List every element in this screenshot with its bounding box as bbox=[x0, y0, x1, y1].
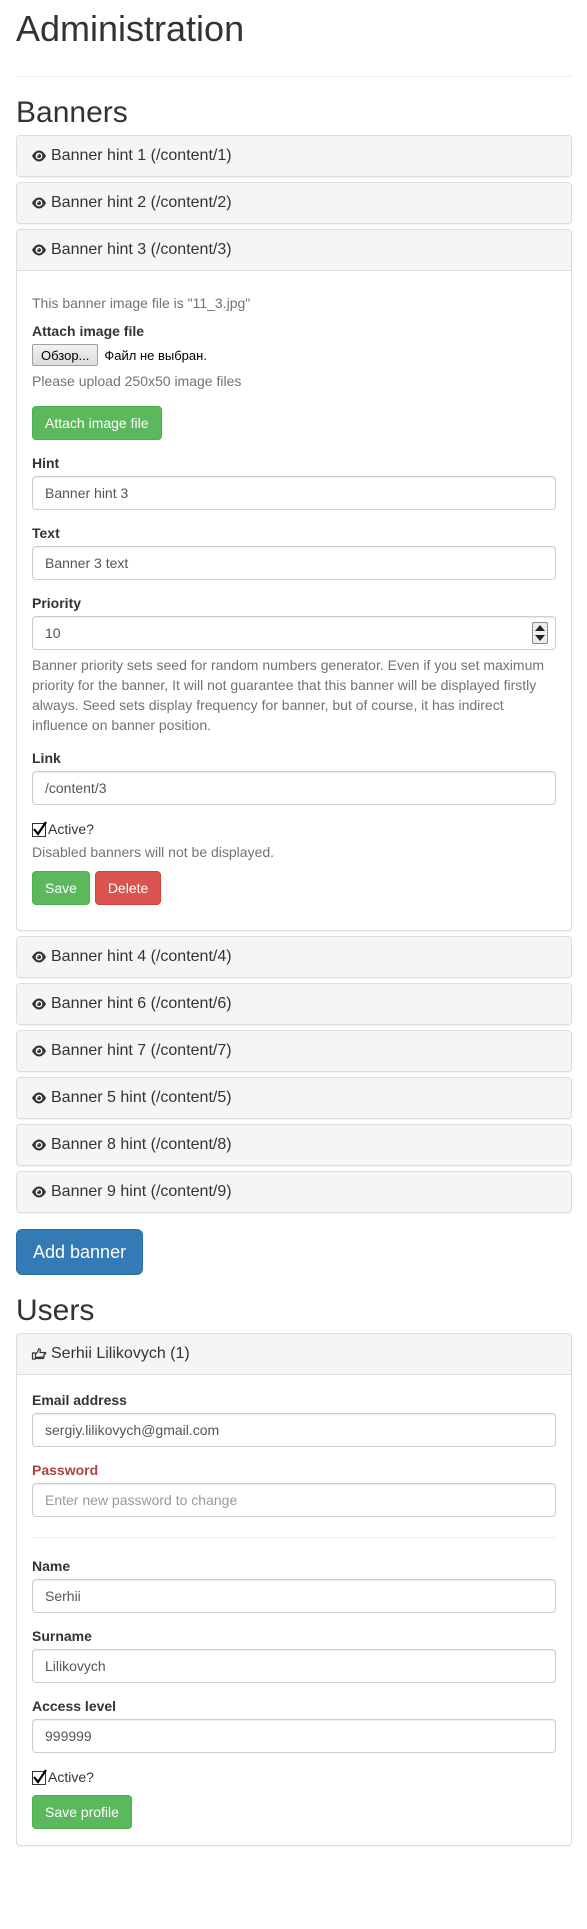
file-status-text: Файл не выбран. bbox=[104, 347, 207, 363]
banner-active-checkbox-row: Active? bbox=[32, 820, 556, 838]
priority-input[interactable]: 10 bbox=[32, 616, 556, 650]
surname-label: Surname bbox=[32, 1628, 92, 1644]
page-title: Administration bbox=[16, 8, 245, 49]
admin-page: Administration Banners Banner hint 1 (/c… bbox=[16, 0, 572, 1851]
save-profile-button[interactable]: Save profile bbox=[32, 1795, 132, 1829]
upload-help-text: Please upload 250x50 image files bbox=[32, 373, 242, 389]
banner-panel-heading-9[interactable]: Banner 9 hint (/content/9) bbox=[17, 1172, 571, 1212]
banner-panel-heading-2[interactable]: Banner hint 2 (/content/2) bbox=[17, 183, 571, 223]
banner-panel-title: Banner hint 3 (/content/3) bbox=[51, 241, 232, 258]
eye-icon bbox=[31, 1043, 47, 1059]
priority-stepper[interactable] bbox=[532, 622, 548, 644]
file-input: Обзор... Файл не выбран. bbox=[32, 344, 556, 366]
banner-panel-heading-5[interactable]: Banner 5 hint (/content/5) bbox=[17, 1078, 571, 1118]
save-banner-button[interactable]: Save bbox=[32, 871, 90, 905]
banner-panel-3: Banner hint 3 (/content/3) This banner i… bbox=[16, 229, 572, 931]
active-checkbox[interactable] bbox=[32, 821, 47, 837]
delete-banner-button[interactable]: Delete bbox=[94, 871, 162, 905]
banner-panel-title: Banner hint 4 (/content/4) bbox=[51, 948, 232, 965]
banner-panel-title: Banner hint 7 (/content/7) bbox=[51, 1042, 232, 1059]
eye-icon bbox=[31, 195, 47, 211]
user-edit-form: Email address sergiy.lilikovych@gmail.co… bbox=[17, 1375, 571, 1845]
banner-panel-4: Banner hint 4 (/content/4) bbox=[16, 936, 572, 978]
banner-panel-8: Banner 8 hint (/content/8) bbox=[16, 1124, 572, 1166]
link-label: Link bbox=[32, 750, 61, 766]
eye-icon bbox=[31, 1090, 47, 1106]
title-divider bbox=[16, 76, 572, 77]
banner-panel-heading-4[interactable]: Banner hint 4 (/content/4) bbox=[17, 937, 571, 977]
user-panel-heading[interactable]: Serhii Lilikovych (1) bbox=[17, 1334, 571, 1375]
banner-panel-title: Banner 8 hint (/content/8) bbox=[51, 1136, 232, 1153]
banner-panel-5: Banner 5 hint (/content/5) bbox=[16, 1077, 572, 1119]
surname-field[interactable]: Lilikovych bbox=[32, 1649, 556, 1683]
password-field[interactable]: Enter new password to change bbox=[32, 1483, 556, 1517]
browse-button[interactable]: Обзор... bbox=[32, 344, 99, 366]
eye-icon bbox=[31, 949, 47, 965]
banner-edit-form: This banner image file is "11_3.jpg" Att… bbox=[17, 271, 571, 930]
banner-panel-heading-1[interactable]: Banner hint 1 (/content/1) bbox=[17, 136, 571, 176]
banner-panel-title: Banner hint 2 (/content/2) bbox=[51, 194, 232, 211]
attach-image-button[interactable]: Attach image file bbox=[32, 406, 162, 440]
link-input[interactable]: /content/3 bbox=[32, 771, 556, 805]
banner-panel-9: Banner 9 hint (/content/9) bbox=[16, 1171, 572, 1213]
access-level-field[interactable]: 999999 bbox=[32, 1719, 556, 1753]
eye-icon bbox=[31, 1137, 47, 1153]
text-label: Text bbox=[32, 525, 60, 541]
eye-icon bbox=[31, 242, 47, 258]
users-section-title: Users bbox=[16, 1294, 95, 1327]
add-banner-button[interactable]: Add banner bbox=[16, 1229, 144, 1275]
hint-input[interactable]: Banner hint 3 bbox=[32, 476, 556, 510]
priority-help-text: Banner priority sets seed for random num… bbox=[32, 657, 545, 733]
stepper-up-icon[interactable] bbox=[535, 625, 545, 631]
active-help-text: Disabled banners will not be displayed. bbox=[32, 844, 275, 860]
name-field[interactable]: Serhii bbox=[32, 1579, 556, 1613]
banner-panel-7: Banner hint 7 (/content/7) bbox=[16, 1030, 572, 1072]
user-panel-title: Serhii Lilikovych (1) bbox=[51, 1345, 190, 1362]
active-checkbox-label[interactable]: Active? bbox=[48, 1768, 94, 1786]
email-label: Email address bbox=[32, 1392, 127, 1408]
stepper-down-icon[interactable] bbox=[535, 635, 545, 641]
password-label: Password bbox=[32, 1462, 99, 1478]
banner-file-info: This banner image file is "11_3.jpg" bbox=[32, 295, 251, 311]
banner-panel-6: Banner hint 6 (/content/6) bbox=[16, 983, 572, 1025]
banner-panel-title: Banner hint 6 (/content/6) bbox=[51, 995, 232, 1012]
banner-panel-heading-7[interactable]: Banner hint 7 (/content/7) bbox=[17, 1031, 571, 1071]
eye-icon bbox=[31, 1184, 47, 1200]
active-checkbox-label[interactable]: Active? bbox=[48, 820, 94, 838]
banners-section-title: Banners bbox=[16, 96, 128, 129]
banner-panel-heading-6[interactable]: Banner hint 6 (/content/6) bbox=[17, 984, 571, 1024]
banner-panel-title: Banner 5 hint (/content/5) bbox=[51, 1089, 232, 1106]
hand-point-right-icon bbox=[31, 1346, 47, 1362]
hint-label: Hint bbox=[32, 455, 60, 471]
banner-panel-1: Banner hint 1 (/content/1) bbox=[16, 135, 572, 177]
user-panel: Serhii Lilikovych (1) Email address serg… bbox=[16, 1333, 572, 1846]
banner-panel-heading-8[interactable]: Banner 8 hint (/content/8) bbox=[17, 1125, 571, 1165]
banner-panel-title: Banner 9 hint (/content/9) bbox=[51, 1183, 232, 1200]
email-field[interactable]: sergiy.lilikovych@gmail.com bbox=[32, 1413, 556, 1447]
attach-image-label: Attach image file bbox=[32, 323, 145, 339]
banner-panel-title: Banner hint 1 (/content/1) bbox=[51, 147, 232, 164]
name-label: Name bbox=[32, 1558, 71, 1574]
user-active-checkbox-row: Active? bbox=[32, 1768, 556, 1786]
banner-panel-2: Banner hint 2 (/content/2) bbox=[16, 182, 572, 224]
access-level-label: Access level bbox=[32, 1698, 117, 1714]
banner-panel-heading-3[interactable]: Banner hint 3 (/content/3) bbox=[17, 230, 571, 271]
priority-label: Priority bbox=[32, 595, 82, 611]
eye-icon bbox=[31, 996, 47, 1012]
eye-icon bbox=[31, 148, 47, 164]
text-input[interactable]: Banner 3 text bbox=[32, 546, 556, 580]
active-checkbox[interactable] bbox=[32, 1769, 47, 1785]
form-divider bbox=[32, 1537, 556, 1538]
